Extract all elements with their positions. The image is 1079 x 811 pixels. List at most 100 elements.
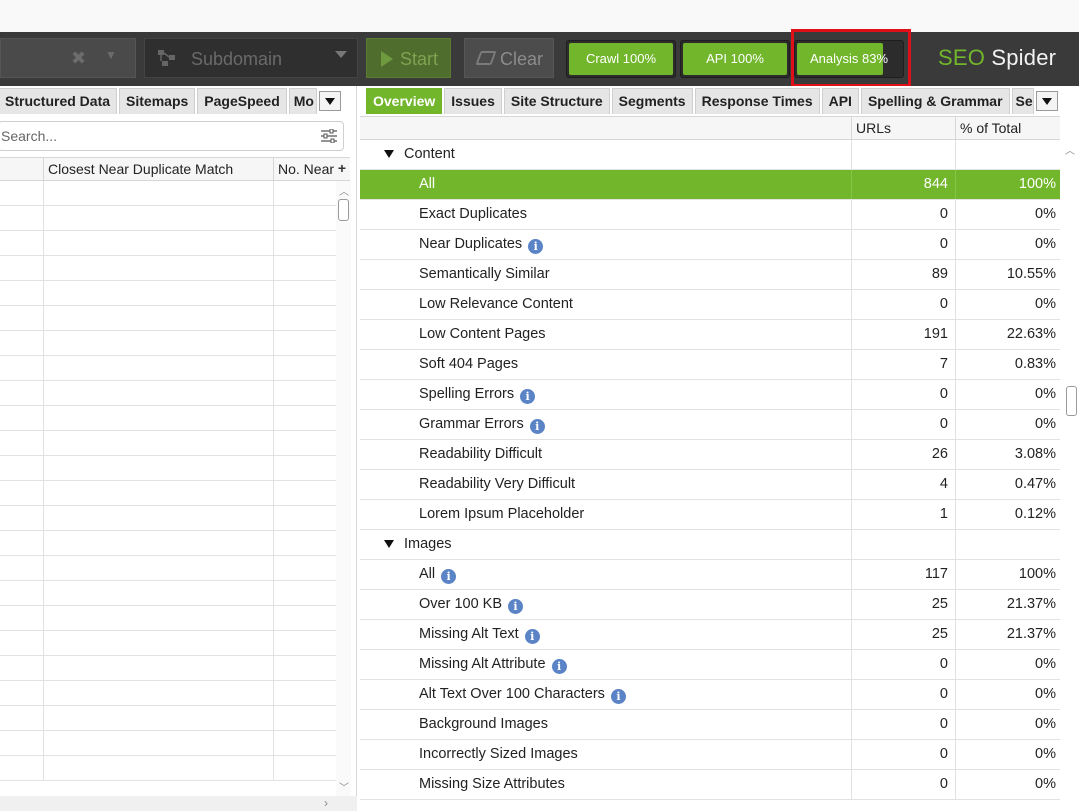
table-row[interactable]: Readability Very Difficult 4 0.47% [360, 470, 1060, 500]
table-row[interactable]: All 844 100% [360, 170, 1060, 200]
table-row[interactable]: Missing Alt Text i 25 21.37% [360, 620, 1060, 650]
tab-sitemaps[interactable]: Sitemaps [119, 88, 196, 114]
tab-overview[interactable]: Overview [366, 88, 443, 114]
table-row[interactable]: Incorrectly Sized Images 0 0% [360, 740, 1060, 770]
table-row[interactable] [0, 256, 336, 281]
section-row[interactable]: Images [360, 530, 1060, 560]
row-label-text: Readability Very Difficult [419, 476, 576, 492]
table-row[interactable] [0, 431, 336, 456]
info-icon[interactable]: i [524, 629, 540, 644]
column-header-urls[interactable]: URLs [851, 117, 955, 140]
url-input[interactable]: ✖ ▼ [0, 38, 136, 78]
column-header-no-near[interactable]: No. Near [273, 158, 335, 181]
table-row[interactable]: Readability Difficult 26 3.08% [360, 440, 1060, 470]
table-row[interactable]: Lorem Ipsum Placeholder 1 0.12% [360, 500, 1060, 530]
info-icon[interactable]: i [551, 659, 567, 674]
right-tab-menu-button[interactable] [1035, 91, 1058, 111]
table-row[interactable]: Low Relevance Content 0 0% [360, 290, 1060, 320]
table-row[interactable]: Grammar Errors i 0 0% [360, 410, 1060, 440]
tab-spelling-grammar[interactable]: Spelling & Grammar [860, 88, 1010, 114]
table-row[interactable] [0, 381, 336, 406]
table-row[interactable] [0, 406, 336, 431]
row-label-text: Missing Alt Text [419, 626, 519, 642]
add-column-icon[interactable]: + [338, 160, 346, 176]
row-label-text: Semantically Similar [419, 266, 550, 282]
table-row[interactable]: Near Duplicates i 0 0% [360, 230, 1060, 260]
table-row[interactable]: Soft 404 Pages 7 0.83% [360, 350, 1060, 380]
info-icon[interactable]: i [441, 569, 457, 584]
info-icon[interactable]: i [520, 389, 536, 404]
clear-button[interactable]: Clear [464, 38, 554, 78]
table-row[interactable] [0, 206, 336, 231]
tab-site-structure[interactable]: Site Structure [503, 88, 610, 114]
table-row[interactable] [0, 556, 336, 581]
column-header-pct-of-total[interactable]: % of Total [955, 117, 1060, 140]
table-row[interactable] [0, 606, 336, 631]
table-row[interactable] [0, 531, 336, 556]
url-history-dropdown-icon[interactable]: ▼ [105, 48, 117, 62]
tab-pagespeed[interactable]: PageSpeed [197, 88, 287, 114]
table-cell [43, 556, 44, 580]
table-row[interactable] [0, 581, 336, 606]
tab-response-times[interactable]: Response Times [694, 88, 820, 114]
tab-mo[interactable]: Mo [288, 88, 317, 114]
table-row[interactable] [0, 506, 336, 531]
table-row[interactable] [0, 356, 336, 381]
table-row[interactable]: Semantically Similar 89 10.55% [360, 260, 1060, 290]
table-row[interactable] [0, 656, 336, 681]
left-horizontal-scrollbar[interactable]: › [0, 796, 357, 811]
collapse-triangle-icon[interactable] [384, 150, 394, 158]
crawl-mode-select[interactable]: Subdomain [144, 38, 358, 78]
collapse-triangle-icon[interactable] [384, 540, 394, 548]
scroll-right-icon[interactable]: › [324, 796, 328, 810]
table-row[interactable]: Missing Size Attributes 0 0% [360, 770, 1060, 800]
scroll-thumb[interactable] [1066, 386, 1077, 416]
pct-cell: 3.08% [955, 440, 1060, 469]
scroll-up-icon[interactable]: ︿ [339, 183, 349, 198]
filter-settings-icon[interactable] [321, 129, 337, 143]
table-row[interactable] [0, 706, 336, 731]
left-vertical-scrollbar[interactable]: ︿ ﹀ [336, 181, 351, 796]
search-input[interactable] [0, 122, 299, 150]
scroll-thumb[interactable] [338, 199, 349, 221]
table-row[interactable] [0, 631, 336, 656]
section-row[interactable]: Content [360, 140, 1060, 170]
info-icon[interactable]: i [528, 239, 544, 254]
table-row[interactable]: All i 117 100% [360, 560, 1060, 590]
table-row[interactable] [0, 281, 336, 306]
scroll-down-icon[interactable]: ﹀ [339, 779, 349, 794]
table-row[interactable]: Exact Duplicates 0 0% [360, 200, 1060, 230]
table-cell [43, 581, 44, 605]
table-row[interactable] [0, 231, 336, 256]
table-row[interactable]: Over 100 KB i 25 21.37% [360, 590, 1060, 620]
tab-structured-data[interactable]: Structured Data [0, 88, 118, 114]
column-header-closest-near-duplicate[interactable]: Closest Near Duplicate Match [43, 158, 273, 181]
table-row[interactable] [0, 681, 336, 706]
table-row[interactable]: Low Content Pages 191 22.63% [360, 320, 1060, 350]
table-row[interactable] [0, 181, 336, 206]
start-button[interactable]: Start [366, 38, 451, 78]
table-row[interactable] [0, 756, 336, 781]
info-icon[interactable]: i [508, 599, 524, 614]
table-row[interactable]: Missing Alt Attribute i 0 0% [360, 650, 1060, 680]
table-cell [273, 656, 274, 680]
table-row[interactable] [0, 481, 336, 506]
table-row[interactable]: Alt Text Over 100 Characters i 0 0% [360, 680, 1060, 710]
table-row[interactable]: Spelling Errors i 0 0% [360, 380, 1060, 410]
tab-segments[interactable]: Segments [611, 88, 693, 114]
table-row[interactable] [0, 331, 336, 356]
tab-se[interactable]: Se [1011, 88, 1034, 114]
scroll-up-icon[interactable]: ︿ [1065, 142, 1075, 157]
clear-url-icon[interactable]: ✖ [71, 48, 86, 69]
table-row[interactable] [0, 456, 336, 481]
table-row[interactable] [0, 306, 336, 331]
left-tab-menu-button[interactable] [318, 91, 341, 111]
table-row[interactable]: Background Images 0 0% [360, 710, 1060, 740]
tab-api[interactable]: API [821, 88, 859, 114]
info-icon[interactable]: i [610, 689, 626, 704]
info-icon[interactable]: i [529, 419, 545, 434]
row-label-text: Missing Alt Attribute [419, 656, 546, 672]
tab-issues[interactable]: Issues [444, 88, 502, 114]
table-row[interactable] [0, 731, 336, 756]
right-vertical-scrollbar[interactable]: ︿ [1062, 140, 1079, 811]
